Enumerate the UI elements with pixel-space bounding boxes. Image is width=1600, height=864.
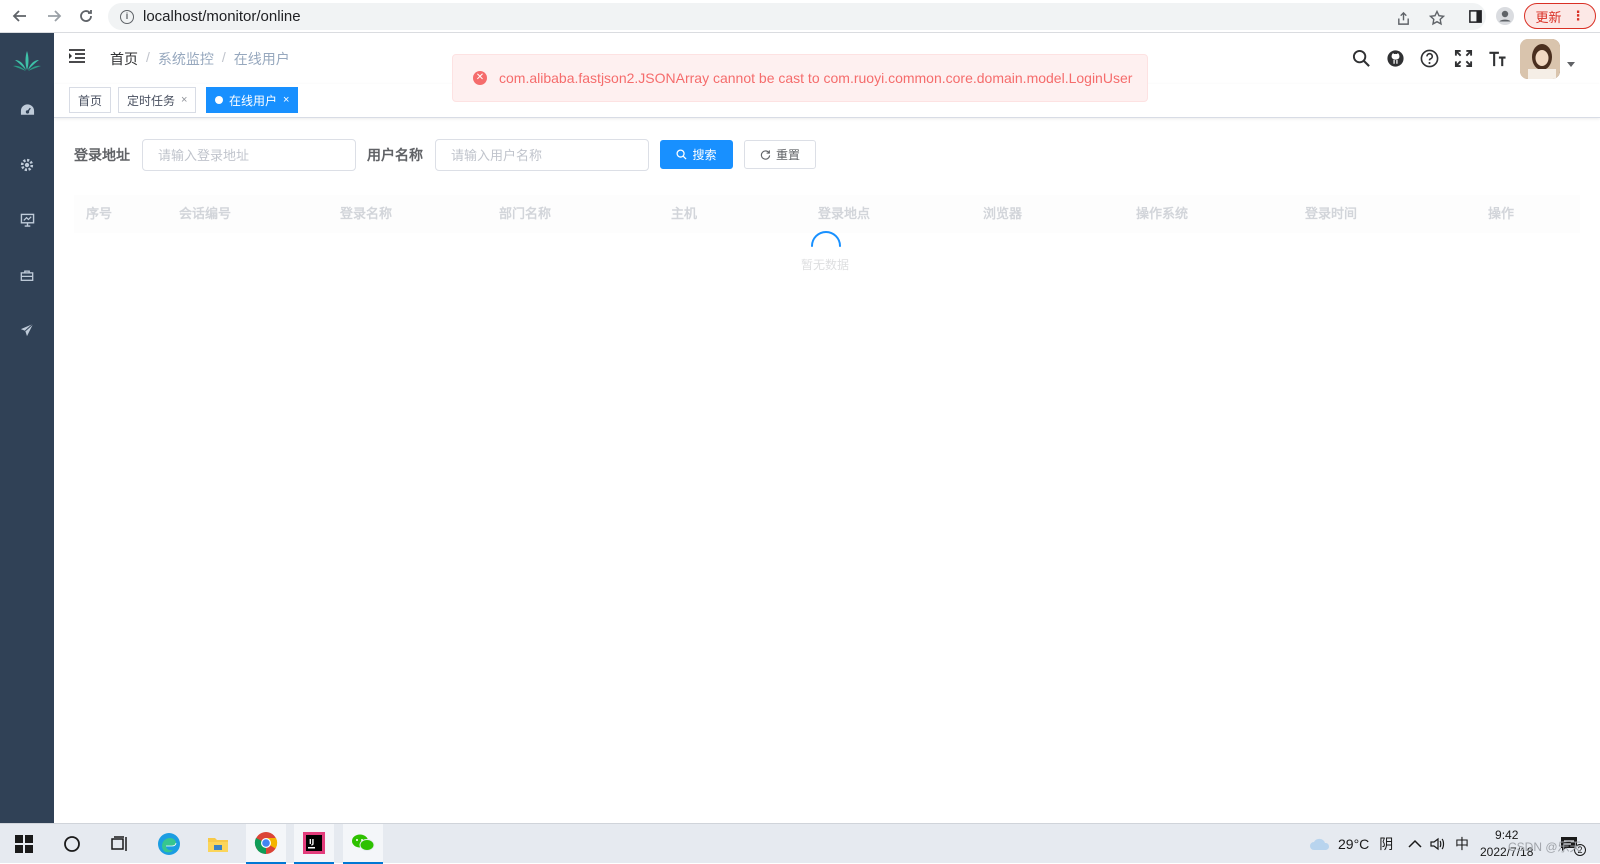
search-icon (676, 149, 688, 160)
share-icon[interactable] (1390, 5, 1416, 31)
username-input[interactable] (435, 139, 649, 171)
chrome-icon[interactable] (246, 824, 286, 864)
close-icon[interactable]: × (181, 94, 187, 106)
username-label: 用户名称 (367, 147, 423, 163)
reset-button[interactable]: 重置 (744, 140, 816, 169)
back-button[interactable] (4, 1, 36, 31)
sidebar (0, 33, 54, 823)
loading-spinner-icon (811, 231, 841, 247)
avatar[interactable] (1520, 39, 1560, 79)
chevron-up-icon[interactable] (1408, 824, 1422, 864)
url-text: localhost/monitor/online (143, 8, 301, 25)
column-header: 部门名称 (499, 206, 552, 221)
site-info-icon[interactable]: i (120, 9, 134, 24)
help-icon[interactable] (1418, 47, 1440, 69)
hamburger-icon[interactable] (68, 48, 86, 64)
reset-button-label: 重置 (775, 148, 800, 162)
arrow-left-icon (12, 10, 26, 22)
weather-temperature: 29°C (1338, 836, 1370, 852)
windows-start-icon[interactable] (4, 824, 44, 864)
tool-box-icon[interactable] (0, 255, 54, 295)
ipaddr-label: 登录地址 (74, 147, 130, 163)
wechat-icon[interactable] (343, 824, 383, 864)
system-settings-icon[interactable] (0, 145, 54, 185)
error-circle-icon: ✕ (473, 71, 487, 85)
reload-icon (80, 10, 92, 22)
tag-label: 首页 (78, 93, 103, 108)
close-icon[interactable]: × (283, 94, 289, 106)
column-header: 序号 (86, 206, 113, 221)
github-icon[interactable] (1384, 47, 1406, 69)
column-header: 主机 (671, 206, 698, 221)
profile-icon[interactable] (1492, 3, 1518, 29)
taskbar: IJ 29°C 阴 中 9:42 2022/7/18 2 (0, 823, 1600, 864)
edge-icon[interactable] (149, 824, 189, 864)
send-icon[interactable] (0, 310, 54, 350)
forward-button[interactable] (38, 1, 70, 31)
svg-text:IJ: IJ (309, 838, 314, 846)
column-header: 会话编号 (179, 206, 232, 221)
search-button-label: 搜索 (692, 148, 717, 162)
tag-scheduled-jobs[interactable]: 定时任务 × (118, 87, 197, 113)
tag-label: 在线用户 (229, 93, 278, 108)
cloud-icon (1310, 838, 1330, 850)
active-dot-icon (215, 96, 223, 104)
tag-online-users[interactable]: 在线用户 × (206, 87, 299, 113)
column-header: 浏览器 (983, 206, 1023, 221)
breadcrumb-separator: / (146, 49, 150, 65)
column-header: 操作 (1488, 206, 1515, 221)
error-text: com.alibaba.fastjson2.JSONArray cannot b… (499, 70, 1133, 86)
logo-icon[interactable] (0, 38, 54, 83)
ime-label: 中 (1455, 836, 1469, 852)
column-header: 操作系统 (1136, 206, 1189, 221)
reload-button[interactable] (70, 1, 102, 31)
file-explorer-icon[interactable] (198, 824, 238, 864)
breadcrumb: 首页 / 系统监控 / 在线用户 (110, 49, 290, 69)
error-message: ✕ com.alibaba.fastjson2.JSONArray cannot… (452, 54, 1148, 102)
ipaddr-input[interactable] (142, 139, 356, 171)
address-bar[interactable]: i localhost/monitor/online (108, 3, 1486, 30)
browser-toolbar: i localhost/monitor/online 更新 ⋮ (0, 0, 1600, 33)
ime-indicator[interactable]: 中 (1455, 824, 1469, 864)
more-vertical-icon: ⋮ (1571, 8, 1585, 23)
arrow-right-icon (48, 10, 62, 22)
column-header: 登录时间 (1305, 206, 1358, 221)
breadcrumb-separator: / (221, 49, 226, 65)
column-header: 登录名称 (340, 206, 393, 221)
monitor-icon[interactable] (0, 200, 54, 240)
intellij-idea-icon[interactable]: IJ (294, 824, 334, 864)
volume-icon[interactable] (1430, 824, 1446, 864)
right-menu (1350, 47, 1508, 69)
fullscreen-icon[interactable] (1452, 47, 1474, 69)
update-button[interactable]: 更新 ⋮ (1524, 3, 1596, 29)
search-icon[interactable] (1350, 47, 1372, 69)
weather-description: 阴 (1379, 836, 1394, 852)
task-view-icon[interactable] (100, 824, 140, 864)
tag-label: 定时任务 (127, 93, 176, 108)
font-size-icon[interactable] (1486, 47, 1508, 69)
dashboard-icon[interactable] (0, 90, 54, 130)
tag-home[interactable]: 首页 (69, 87, 112, 113)
watermark: CSDN @乐天 (1508, 840, 1582, 854)
weather-widget[interactable]: 29°C 阴 (1308, 824, 1393, 864)
update-label: 更新 (1535, 9, 1562, 25)
caret-down-icon[interactable] (1567, 62, 1575, 67)
refresh-icon (760, 150, 771, 160)
side-panel-icon[interactable] (1462, 3, 1488, 29)
search-button[interactable]: 搜索 (660, 140, 733, 169)
search-circle-icon[interactable] (52, 824, 92, 864)
breadcrumb-online-users: 在线用户 (233, 51, 290, 67)
bookmark-star-icon[interactable] (1424, 5, 1450, 31)
breadcrumb-system-monitor: 系统监控 (157, 51, 214, 67)
breadcrumb-home[interactable]: 首页 (110, 49, 138, 69)
